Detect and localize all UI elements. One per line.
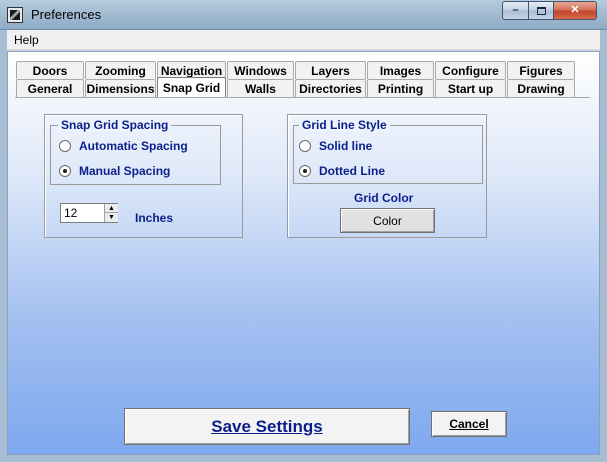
tab-panel-border (15, 97, 590, 98)
menu-help[interactable]: Help (14, 33, 39, 47)
automatic-spacing-option[interactable]: Automatic Spacing (59, 139, 188, 153)
tab-layers[interactable]: Layers (295, 61, 366, 79)
app-icon (7, 7, 23, 23)
tab-dimensions[interactable]: Dimensions (85, 79, 156, 97)
inches-label: Inches (135, 211, 174, 225)
grid-line-style-title: Grid Line Style (299, 118, 390, 132)
tab-figures[interactable]: Figures (507, 61, 575, 79)
client-area (7, 51, 600, 455)
tab-start-up[interactable]: Start up (435, 79, 506, 97)
spin-down-icon[interactable]: ▼ (104, 213, 118, 222)
solid-line-label: Solid line (319, 139, 373, 153)
dotted-line-label: Dotted Line (319, 164, 385, 178)
tab-doors[interactable]: Doors (16, 61, 84, 79)
close-button[interactable]: ✕ (553, 1, 597, 20)
save-settings-button[interactable]: Save Settings (124, 408, 410, 445)
tab-general[interactable]: General (16, 79, 84, 97)
manual-spacing-option[interactable]: Manual Spacing (59, 164, 170, 178)
window-frame-left (0, 30, 7, 462)
close-icon: ✕ (570, 4, 580, 16)
manual-spacing-radio[interactable] (59, 165, 71, 177)
window-frame-bottom (0, 455, 607, 462)
tab-windows[interactable]: Windows (227, 61, 294, 79)
automatic-spacing-label: Automatic Spacing (79, 139, 188, 153)
tab-configure[interactable]: Configure (435, 61, 506, 79)
automatic-spacing-radio[interactable] (59, 140, 71, 152)
color-button[interactable]: Color (340, 208, 435, 233)
manual-spacing-label: Manual Spacing (79, 164, 171, 178)
maximize-button[interactable] (528, 1, 554, 20)
window-frame-right (600, 30, 607, 462)
tab-snap-grid[interactable]: Snap Grid (157, 77, 226, 97)
dotted-line-option[interactable]: Dotted Line (299, 164, 385, 178)
tab-drawing[interactable]: Drawing (507, 79, 575, 97)
solid-line-option[interactable]: Solid line (299, 139, 372, 153)
grid-color-label: Grid Color (354, 191, 414, 205)
maximize-icon (536, 6, 546, 15)
tab-images[interactable]: Images (367, 61, 434, 79)
tab-printing[interactable]: Printing (367, 79, 434, 97)
snap-grid-spacing-title: Snap Grid Spacing (58, 118, 172, 132)
spacing-value[interactable]: 12 (64, 206, 77, 220)
window-title: Preferences (31, 7, 102, 22)
dotted-line-radio[interactable] (299, 165, 311, 177)
minimize-button[interactable]: – (502, 1, 529, 20)
minimize-icon: – (512, 4, 519, 16)
spin-up-icon[interactable]: ▲ (104, 204, 118, 213)
solid-line-radio[interactable] (299, 140, 311, 152)
tab-zooming[interactable]: Zooming (85, 61, 156, 79)
tab-directories[interactable]: Directories (295, 79, 366, 97)
spacing-stepper[interactable]: 12 ▲ ▼ (60, 203, 118, 223)
menu-bar: Help (7, 30, 600, 50)
title-bar: Preferences – ✕ (0, 0, 607, 30)
tab-walls[interactable]: Walls (227, 79, 294, 97)
cancel-button[interactable]: Cancel (431, 411, 507, 437)
